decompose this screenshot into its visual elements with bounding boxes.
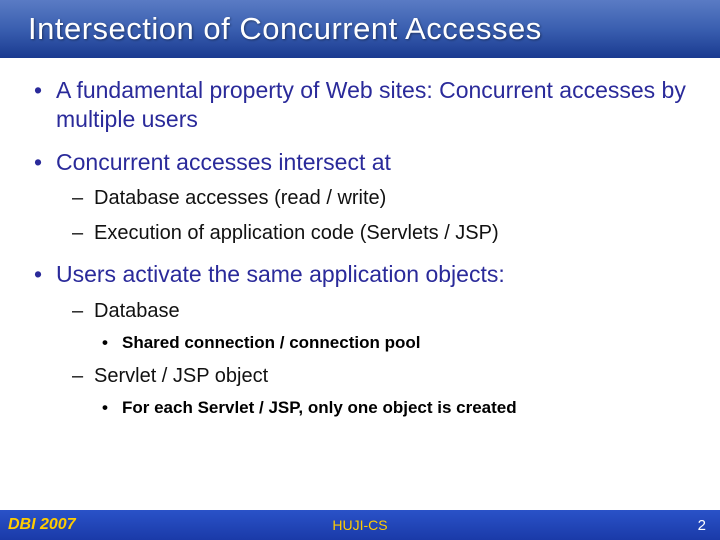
subsub-item: • Shared connection / connection pool (102, 332, 690, 354)
bullet-icon: • (30, 76, 56, 105)
slide-content: • A fundamental property of Web sites: C… (0, 58, 720, 419)
bullet-icon: • (30, 260, 56, 289)
dash-icon: – (72, 221, 94, 246)
footer-page-number: 2 (698, 517, 706, 534)
bullet-item: • Users activate the same application ob… (30, 260, 690, 419)
dash-icon: – (72, 186, 94, 211)
sub-text: Execution of application code (Servlets … (94, 221, 499, 246)
sub-text: Servlet / JSP object (94, 364, 268, 389)
bullet-item: • A fundamental property of Web sites: C… (30, 76, 690, 134)
subsub-text: For each Servlet / JSP, only one object … (122, 397, 517, 419)
subsub-item: • For each Servlet / JSP, only one objec… (102, 397, 690, 419)
title-bar: Intersection of Concurrent Accesses (0, 0, 720, 58)
bullet-icon: • (30, 148, 56, 177)
footer-center: HUJI-CS (0, 517, 720, 533)
dot-icon: • (102, 397, 122, 419)
sub-text: Database accesses (read / write) (94, 186, 386, 211)
sub-item: – Database accesses (read / write) (72, 186, 690, 211)
dot-icon: • (102, 332, 122, 354)
sub-item: – Execution of application code (Servlet… (72, 221, 690, 246)
sub-item: – Servlet / JSP object • For each Servle… (72, 364, 690, 419)
subsub-text: Shared connection / connection pool (122, 332, 420, 354)
bullet-text: Users activate the same application obje… (56, 260, 505, 289)
sub-text: Database (94, 299, 180, 324)
footer-left: DBI 2007 (8, 516, 76, 534)
dash-icon: – (72, 299, 94, 324)
slide-title: Intersection of Concurrent Accesses (28, 11, 542, 47)
bullet-text: A fundamental property of Web sites: Con… (56, 76, 690, 134)
sub-item: – Database • Shared connection / connect… (72, 299, 690, 354)
footer-bar: DBI 2007 HUJI-CS 2 (0, 510, 720, 540)
bullet-item: • Concurrent accesses intersect at – Dat… (30, 148, 690, 247)
dash-icon: – (72, 364, 94, 389)
bullet-text: Concurrent accesses intersect at (56, 148, 391, 177)
